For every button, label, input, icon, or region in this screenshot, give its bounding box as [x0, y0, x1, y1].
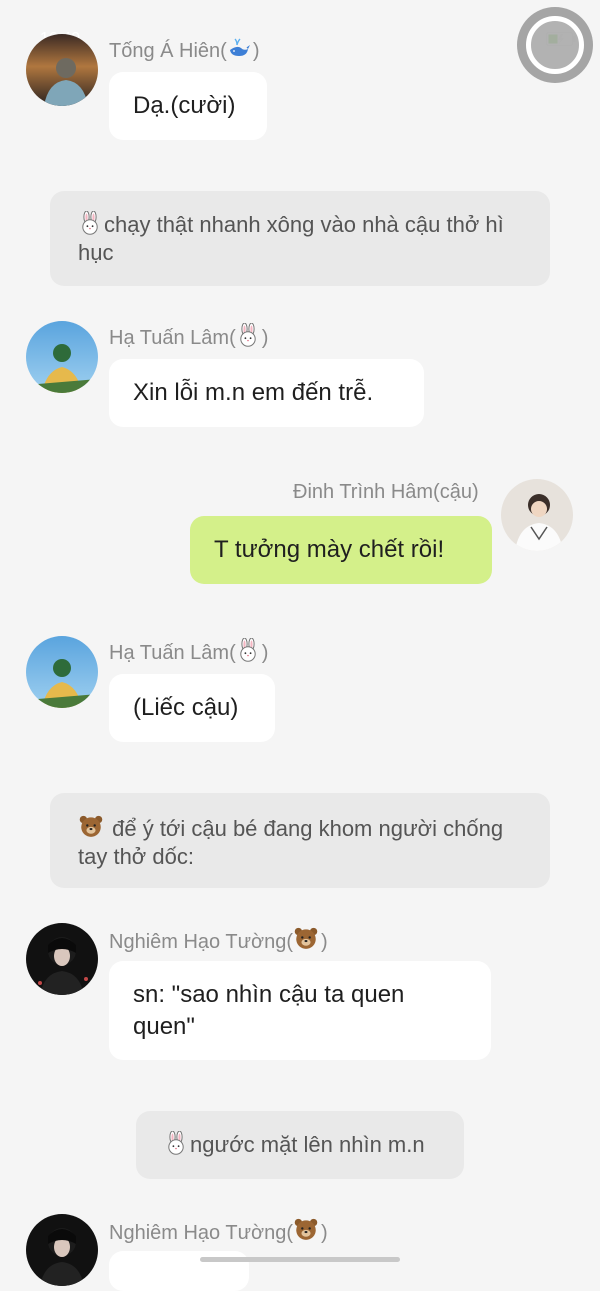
narration-box: chạy thật nhanh xông vào nhà cậu thở hì …: [50, 191, 550, 286]
avatar-dark-image: [26, 923, 98, 995]
rabbit-icon: [164, 1131, 188, 1155]
message-text: Dạ.(cười): [133, 92, 236, 119]
message-bubble[interactable]: (Liếc cậu): [109, 674, 275, 742]
message-bubble[interactable]: Dạ.(cười): [109, 72, 267, 140]
avatar-sunset[interactable]: [26, 34, 98, 106]
avatar-sky-image: [26, 636, 98, 708]
message-bubble[interactable]: Xin lỗi m.n em đến trễ.: [109, 359, 424, 427]
avatar-white-shirt[interactable]: [501, 479, 573, 551]
bear-icon: [293, 1216, 319, 1242]
narration-text: ngước mặt lên nhìn m.n: [190, 1132, 425, 1157]
narration-text: chạy thật nhanh xông vào nhà cậu thở hì …: [78, 212, 504, 265]
message-text: (Liếc cậu): [133, 694, 239, 721]
avatar-sunset-image: [26, 34, 98, 106]
sender-name: Nghiêm Hạo Tường(): [109, 925, 328, 954]
message-text: T tưởng mày chết rồi!: [214, 536, 445, 563]
home-indicator[interactable]: [200, 1257, 400, 1262]
avatar-sky-image: [26, 321, 98, 393]
bear-icon: [78, 813, 104, 839]
avatar-white-shirt-image: [501, 479, 573, 551]
message-bubble-self[interactable]: T tưởng mày chết rồi!: [190, 516, 492, 584]
sender-name: Hạ Tuấn Lâm(): [109, 638, 268, 665]
avatar-dark[interactable]: [26, 1214, 98, 1286]
rabbit-icon: [236, 638, 260, 662]
avatar-sky[interactable]: [26, 636, 98, 708]
sender-name: Nghiêm Hạo Tường(): [109, 1216, 328, 1245]
rabbit-icon: [236, 323, 260, 347]
whale-icon: [227, 36, 251, 60]
sender-name: Hạ Tuấn Lâm(): [109, 323, 268, 350]
assistive-ring-icon: [526, 16, 584, 74]
avatar-dark[interactable]: [26, 923, 98, 995]
message-bubble[interactable]: sn: "sao nhìn cậu ta quen quen": [109, 961, 491, 1060]
bear-icon: [293, 925, 319, 951]
sender-name: Đinh Trình Hâm(cậu): [293, 481, 479, 503]
message-text: sn: "sao nhìn cậu ta quen quen": [133, 981, 405, 1040]
narration-box: để ý tới cậu bé đang khom người chống ta…: [50, 793, 550, 888]
narration-text: để ý tới cậu bé đang khom người chống ta…: [78, 816, 504, 869]
message-text: Xin lỗi m.n em đến trễ.: [133, 379, 374, 406]
avatar-dark-image: [26, 1214, 98, 1286]
sender-name: Tống Á Hiên(): [109, 36, 260, 63]
narration-box: ngước mặt lên nhìn m.n: [136, 1111, 464, 1179]
floating-assistant-button[interactable]: [517, 7, 593, 83]
rabbit-icon: [78, 211, 102, 235]
avatar-sky[interactable]: [26, 321, 98, 393]
